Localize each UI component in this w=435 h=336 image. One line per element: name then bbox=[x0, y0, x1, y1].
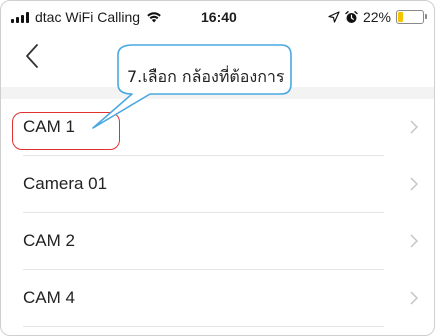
back-button[interactable] bbox=[25, 43, 55, 77]
status-left: dtac WiFi Calling bbox=[11, 9, 162, 25]
camera-list-item[interactable]: CAM 2 bbox=[1, 213, 434, 270]
battery-percent: 22% bbox=[362, 9, 391, 25]
signal-icon bbox=[11, 11, 29, 23]
chevron-right-icon bbox=[410, 177, 418, 191]
wifi-icon bbox=[147, 12, 161, 23]
phone-screen: dtac WiFi Calling 16:40 22% CAM 1 Camera… bbox=[0, 0, 435, 336]
battery-fill bbox=[398, 12, 404, 22]
clock: 16:40 bbox=[201, 9, 237, 25]
chevron-right-icon bbox=[410, 291, 418, 305]
camera-list-item[interactable]: Camera 01 bbox=[1, 156, 434, 213]
row-separator bbox=[23, 326, 384, 327]
callout-text: 7.เลือก กล้องที่ต้องการ bbox=[127, 67, 285, 86]
camera-list-item[interactable]: CAM 4 bbox=[1, 270, 434, 327]
chevron-right-icon bbox=[410, 120, 418, 134]
alarm-icon bbox=[345, 10, 358, 23]
location-arrow-icon bbox=[328, 11, 340, 23]
chevron-right-icon bbox=[410, 234, 418, 248]
camera-name: CAM 2 bbox=[23, 231, 75, 250]
status-bar: dtac WiFi Calling 16:40 22% bbox=[1, 1, 434, 31]
camera-name: CAM 4 bbox=[23, 288, 75, 307]
chevron-left-icon bbox=[26, 44, 38, 68]
carrier-label: dtac WiFi Calling bbox=[35, 9, 141, 25]
camera-name: Camera 01 bbox=[23, 174, 108, 193]
status-right: 22% bbox=[328, 9, 427, 25]
selection-highlight bbox=[12, 112, 120, 150]
battery-icon bbox=[396, 10, 427, 24]
